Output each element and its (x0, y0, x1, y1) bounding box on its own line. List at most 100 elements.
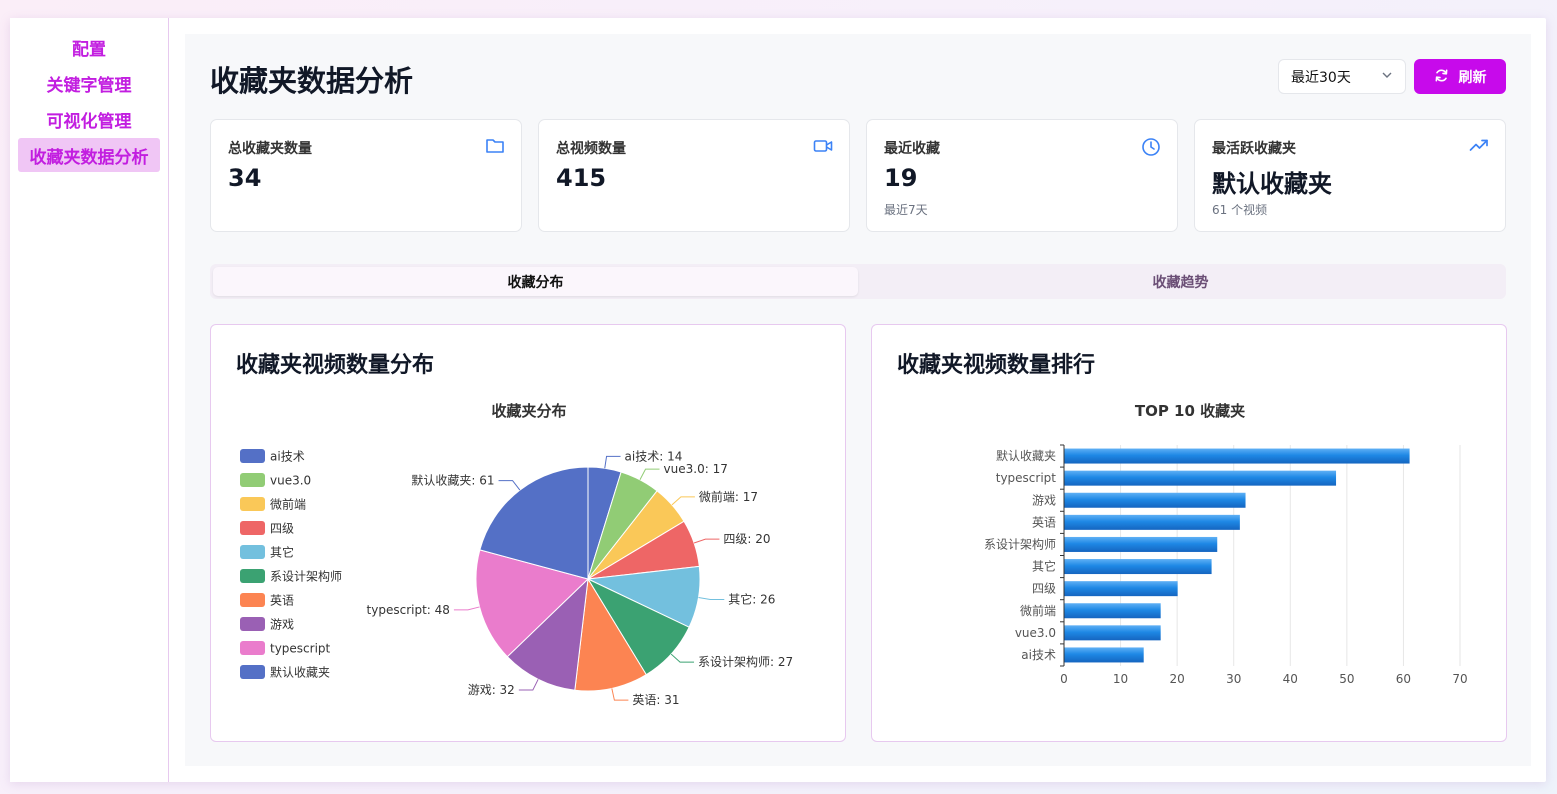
pie-data-label: 默认收藏夹: 61 (411, 473, 494, 488)
legend-label[interactable]: 四级 (270, 522, 294, 536)
x-tick-label: 30 (1226, 672, 1241, 686)
legend-swatch[interactable] (240, 449, 265, 463)
bar[interactable] (1064, 536, 1218, 552)
legend-swatch[interactable] (240, 617, 265, 631)
label-leader-line (698, 597, 725, 601)
legend-label[interactable]: 微前端 (270, 497, 306, 512)
bar-chart: TOP 10 收藏夹 0 10 20 30 40 50 60 70 默认收藏夹 typescript… (984, 402, 1468, 686)
stat-value: 19 (884, 164, 918, 192)
app-window: 配置 关键字管理 可视化管理 收藏夹数据分析 收藏夹数据分析 最近30天 刷新 … (10, 18, 1546, 782)
bar[interactable] (1064, 492, 1246, 508)
pie-chart-card: 收藏夹视频数量分布 收藏夹分布 ai技术 vue3.0 微前端 四级 其它 系设计架构师 英语… (210, 324, 846, 742)
pie-chart: 收藏夹分布 ai技术 vue3.0 微前端四级其它系设计架构师英语游戏 typescri… (240, 402, 793, 707)
legend-label[interactable]: 其它 (270, 545, 294, 560)
stat-sub: 61 个视频 (1212, 203, 1268, 217)
stat-label: 总视频数量 (556, 141, 626, 157)
sidebar-item-config[interactable]: 配置 (18, 30, 160, 64)
tab-label: 收藏趋势 (1152, 274, 1209, 291)
refresh-label: 刷新 (1458, 68, 1487, 85)
date-range-select[interactable]: 最近30天 (1278, 59, 1406, 94)
legend-label[interactable]: ai技术 (270, 450, 305, 464)
card-title: 收藏夹视频数量分布 (236, 353, 435, 378)
pie-data-label: 其它: 26 (728, 592, 775, 607)
label-leader-line (604, 455, 621, 469)
x-tick-label: 10 (1113, 672, 1128, 686)
card-title: 收藏夹视频数量排行 (897, 353, 1096, 378)
x-tick-label: 40 (1283, 672, 1298, 686)
x-tick-label: 20 (1170, 672, 1185, 686)
bar[interactable] (1064, 625, 1161, 641)
legend-label[interactable]: 系设计架构师 (270, 569, 342, 584)
sidebar-item-label: 关键字管理 (46, 75, 132, 96)
y-tick-label: vue3.0 (1015, 626, 1056, 640)
y-tick-label: 四级 (1032, 582, 1056, 596)
pie-data-label: 系设计架构师: 27 (698, 654, 793, 669)
legend-label[interactable]: 英语 (270, 594, 294, 608)
sidebar-item-keywords[interactable]: 关键字管理 (18, 66, 160, 100)
y-tick-label: 默认收藏夹 (996, 448, 1056, 463)
legend-swatch[interactable] (240, 665, 265, 679)
pie-data-label: 英语: 31 (632, 693, 679, 707)
legend-swatch[interactable] (240, 569, 265, 583)
legend-label[interactable]: vue3.0 (270, 474, 311, 488)
label-leader-line (671, 496, 695, 506)
folder-icon (485, 137, 505, 159)
legend-swatch[interactable] (240, 641, 265, 655)
legend-swatch[interactable] (240, 497, 265, 511)
main-content: 收藏夹数据分析 最近30天 刷新 总收藏夹数量 34 总视频数量 415 最近收… (185, 34, 1531, 766)
bar[interactable] (1064, 514, 1240, 530)
sidebar-item-label: 可视化管理 (46, 111, 132, 132)
stat-label: 总收藏夹数量 (228, 141, 312, 157)
y-tick-label: 游戏 (1032, 493, 1056, 507)
legend-swatch[interactable] (240, 521, 265, 535)
bar[interactable] (1064, 448, 1410, 464)
stat-value: 34 (228, 164, 262, 192)
sidebar-item-label: 配置 (72, 39, 106, 60)
stat-value: 默认收藏夹 (1212, 170, 1332, 198)
tab-label: 收藏分布 (507, 274, 564, 291)
x-tick-label: 70 (1452, 672, 1467, 686)
x-tick-label: 50 (1339, 672, 1354, 686)
date-range-value: 最近30天 (1291, 69, 1351, 86)
sidebar: 配置 关键字管理 可视化管理 收藏夹数据分析 (10, 18, 169, 782)
stat-card-total-videos: 总视频数量 415 (538, 119, 850, 232)
stat-card-recent: 最近收藏 19 最近7天 (866, 119, 1178, 232)
legend-swatch[interactable] (240, 473, 265, 487)
refresh-icon (1434, 68, 1449, 86)
label-leader-line (639, 468, 660, 481)
legend-swatch[interactable] (240, 545, 265, 559)
stat-label: 最近收藏 (884, 141, 940, 157)
sidebar-item-favorites-analysis[interactable]: 收藏夹数据分析 (18, 138, 160, 172)
bar-chart-card: 收藏夹视频数量排行 TOP 10 收藏夹 0 10 20 30 40 50 60 70 默认收藏夹… (871, 324, 1507, 742)
chart-title: 收藏夹分布 (491, 402, 566, 420)
bar[interactable] (1064, 559, 1212, 575)
tabs: 收藏分布 收藏趋势 (210, 264, 1506, 299)
legend-label[interactable]: 游戏 (270, 618, 294, 632)
legend-label[interactable]: typescript (270, 642, 331, 656)
pie-data-label: 四级: 20 (723, 532, 770, 546)
legend-swatch[interactable] (240, 593, 265, 607)
bar[interactable] (1064, 581, 1178, 597)
pie-data-label: vue3.0: 17 (664, 462, 728, 476)
page-title: 收藏夹数据分析 (210, 64, 414, 98)
sidebar-item-visualization[interactable]: 可视化管理 (18, 102, 160, 136)
pie-data-label: typescript: 48 (367, 603, 450, 617)
clock-icon (1141, 137, 1161, 161)
bar[interactable] (1064, 603, 1161, 619)
stat-card-total-folders: 总收藏夹数量 34 (210, 119, 522, 232)
label-leader-line (670, 653, 695, 663)
y-tick-label: 其它 (1032, 559, 1056, 574)
tab-trend[interactable]: 收藏趋势 (858, 267, 1503, 296)
y-tick-label: 系设计架构师 (984, 536, 1056, 551)
label-leader-line (518, 679, 539, 691)
y-tick-label: 英语 (1032, 515, 1056, 529)
stat-label: 最活跃收藏夹 (1212, 141, 1296, 157)
bar[interactable] (1064, 647, 1144, 663)
bar[interactable] (1064, 470, 1337, 486)
chart-title: TOP 10 收藏夹 (1135, 402, 1245, 420)
legend-label[interactable]: 默认收藏夹 (270, 665, 330, 680)
tab-distribution[interactable]: 收藏分布 (213, 267, 858, 296)
refresh-button[interactable]: 刷新 (1414, 59, 1506, 94)
chevron-down-icon (1381, 69, 1393, 84)
label-leader-line (611, 688, 629, 701)
